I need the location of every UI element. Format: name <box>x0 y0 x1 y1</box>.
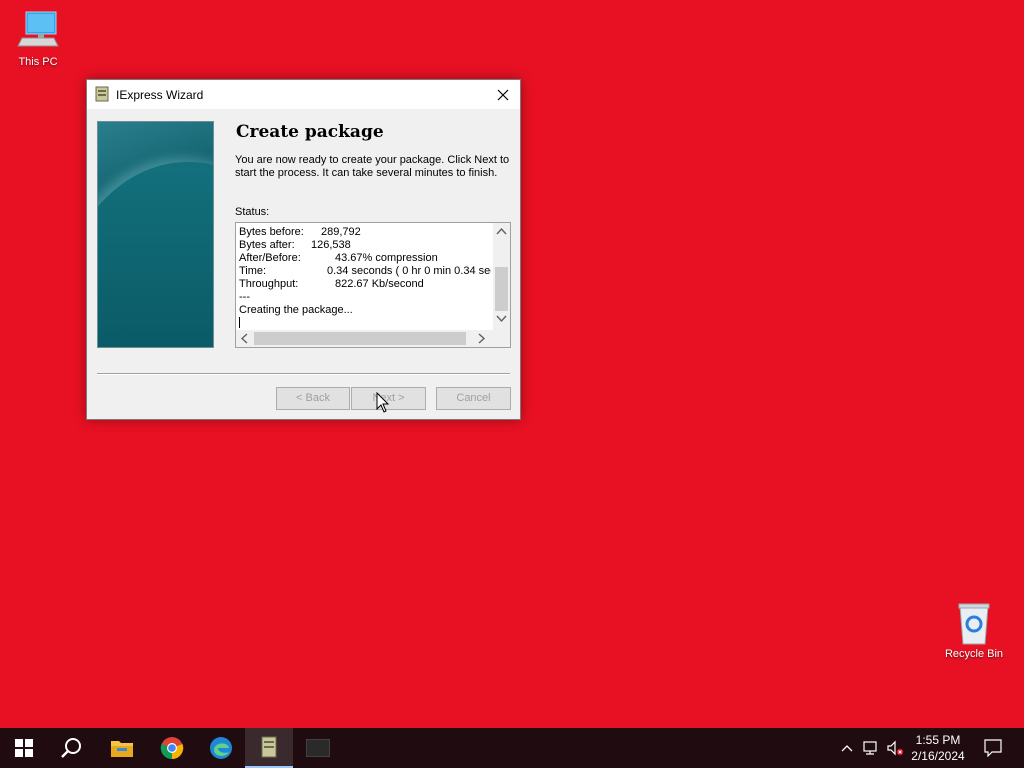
horizontal-scrollbar[interactable] <box>236 330 493 347</box>
taskbar-clock[interactable]: 1:55 PM 2/16/2024 <box>906 732 970 764</box>
volume-muted-icon <box>887 740 904 756</box>
status-row: Time: 0.34 seconds ( 0 hr 0 min 0.34 sec … <box>239 265 491 277</box>
wizard-banner-image <box>97 121 214 348</box>
taskbar: 1:55 PM 2/16/2024 <box>0 728 1024 768</box>
edge-icon <box>210 737 232 759</box>
status-row: Bytes after: 126,538 <box>239 239 351 251</box>
status-row: Creating the package... <box>239 304 353 316</box>
mouse-cursor-icon <box>376 392 390 413</box>
show-hidden-icons-button[interactable] <box>838 728 856 768</box>
chrome-icon <box>160 737 184 760</box>
scroll-up-icon[interactable] <box>496 227 507 235</box>
status-row: --- <box>239 291 250 303</box>
desktop-icon-label: Recycle Bin <box>944 648 1004 660</box>
dialog-title: IExpress Wizard <box>116 88 204 102</box>
computer-icon <box>14 8 62 54</box>
status-textbox[interactable]: Bytes before: 289,792 Bytes after: 126,538… <box>235 222 511 348</box>
iexpress-icon <box>261 736 277 758</box>
clock-time: 1:55 PM <box>915 733 961 747</box>
button-separator <box>97 373 510 375</box>
start-button[interactable] <box>0 728 48 768</box>
iexpress-wizard-dialog: IExpress Wizard Create package You are n… <box>86 79 521 420</box>
network-icon <box>863 741 877 755</box>
clock-date: 2/16/2024 <box>911 749 965 763</box>
status-row: Throughput: 822.67 Kb/second <box>239 278 424 290</box>
scroll-right-icon[interactable] <box>478 333 486 344</box>
back-button[interactable]: < Back <box>276 387 350 410</box>
status-label: Status: <box>235 206 270 218</box>
chevron-up-icon <box>841 745 853 752</box>
close-button[interactable] <box>486 80 520 109</box>
scroll-left-icon[interactable] <box>240 333 248 344</box>
terminal-icon <box>306 739 330 757</box>
windows-logo-icon <box>15 739 33 757</box>
taskbar-edge[interactable] <box>197 728 245 768</box>
search-icon <box>61 738 81 758</box>
page-heading: Create package <box>236 122 384 142</box>
vertical-scrollbar[interactable] <box>493 223 510 330</box>
taskbar-chrome[interactable] <box>148 728 196 768</box>
iexpress-app-icon <box>95 86 109 102</box>
vertical-scroll-thumb[interactable] <box>495 267 508 311</box>
taskbar-terminal[interactable] <box>294 728 342 768</box>
status-row: Bytes before: 289,792 <box>239 226 361 238</box>
taskbar-file-explorer[interactable] <box>98 728 146 768</box>
text-caret <box>239 317 491 330</box>
taskbar-iexpress[interactable] <box>245 728 293 768</box>
desktop-icon-this-pc[interactable]: This PC <box>0 8 76 68</box>
folder-icon <box>111 741 133 757</box>
search-button[interactable] <box>48 728 96 768</box>
network-button[interactable] <box>860 728 882 768</box>
action-center-button[interactable] <box>978 728 1008 768</box>
desktop-icon-recycle-bin[interactable]: Recycle Bin <box>936 600 1012 660</box>
close-icon <box>497 89 509 100</box>
status-row: After/Before: 43.67% compression <box>239 252 438 264</box>
horizontal-scroll-thumb[interactable] <box>254 332 466 345</box>
volume-button[interactable] <box>884 728 906 768</box>
dialog-titlebar[interactable]: IExpress Wizard <box>87 80 520 109</box>
instruction-text: You are now ready to create your package… <box>235 154 510 179</box>
desktop-icon-label: This PC <box>18 56 58 68</box>
scrollbar-corner <box>493 330 510 347</box>
scroll-down-icon[interactable] <box>496 315 507 323</box>
status-log: Bytes before: 289,792 Bytes after: 126,538… <box>239 226 491 330</box>
cancel-button[interactable]: Cancel <box>436 387 511 410</box>
notification-icon <box>984 739 1002 757</box>
recycle-bin-icon <box>950 600 998 646</box>
